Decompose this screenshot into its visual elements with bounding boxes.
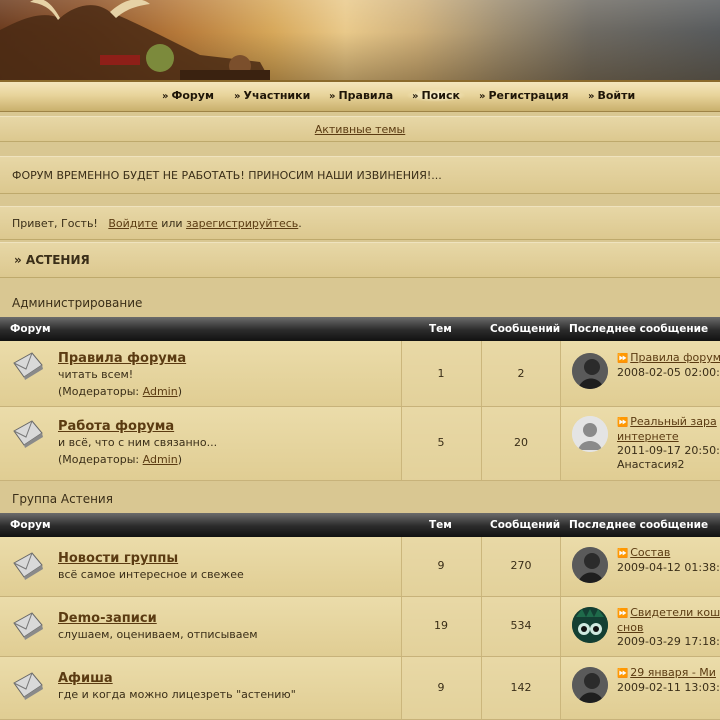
forum-link[interactable]: Афиша <box>58 671 113 686</box>
avatar[interactable] <box>572 353 608 389</box>
topics-count: 19 <box>434 619 448 632</box>
posts-count: 2 <box>517 367 525 380</box>
breadcrumb[interactable]: » АСТЕНИЯ <box>14 253 90 267</box>
posts-count: 534 <box>510 619 532 632</box>
envelope-icon <box>13 672 43 700</box>
envelope-icon <box>13 612 43 640</box>
greeting-text: Привет, Гость! Войдите или зарегистрируй… <box>12 217 302 230</box>
posts-count: 270 <box>510 559 532 572</box>
active-topics-link[interactable]: Активные темы <box>315 123 406 136</box>
forum-moderators: (Модераторы: Admin) <box>58 453 182 466</box>
last-post: ⏩ Реальный зара интернете 2011-09-17 20:5… <box>617 415 720 472</box>
breadcrumb-bar: » АСТЕНИЯ <box>0 242 720 278</box>
double-chevron-icon: » <box>588 91 595 102</box>
category-title[interactable]: Группа Астения <box>12 492 113 506</box>
forum-description: слушаем, оцениваем, отписываем <box>58 628 258 641</box>
forum-link[interactable]: Новости группы <box>58 551 178 566</box>
nav-login[interactable]: » Войти <box>588 89 635 102</box>
go-arrow-icon: ⏩ <box>617 354 629 364</box>
header-posts: Сообщений <box>490 323 561 335</box>
forum-table-header: Форум Тем Сообщений Последнее сообщение <box>0 317 720 341</box>
table-row: Афиша где и когда можно лицезреть "астен… <box>0 657 720 720</box>
header-forum: Форум <box>10 519 51 531</box>
avatar[interactable] <box>572 607 608 643</box>
nav-rules[interactable]: » Правила <box>329 89 393 102</box>
go-arrow-icon: ⏩ <box>617 418 629 428</box>
last-post-link[interactable]: 29 января - Ми <box>630 666 716 679</box>
forum-link[interactable]: Работа форума <box>58 419 174 434</box>
last-post: ⏩ Состав 2009-04-12 01:38: <box>617 546 720 575</box>
main-nav: » Форум » Участники » Правила » Поиск » Регис… <box>0 80 720 112</box>
last-post-link[interactable]: Реальный зара <box>630 415 717 428</box>
announcement-text: ФОРУМ ВРЕМЕННО БУДЕТ НЕ РАБОТАТЬ! ПРИНОС… <box>12 169 442 182</box>
moderator-link[interactable]: Admin <box>143 385 178 398</box>
last-post-link-cont[interactable]: интернете <box>617 430 679 443</box>
table-row: Работа форума и всё, что с ним связанно.… <box>0 407 720 481</box>
last-post-link[interactable]: Правила форум <box>630 351 720 364</box>
last-post-date: 2011-09-17 20:50: <box>617 444 720 457</box>
last-post-user[interactable]: Анастасия2 <box>617 458 720 472</box>
last-post-link[interactable]: Состав <box>630 546 670 559</box>
last-post: ⏩ Свидетели кош снов 2009-03-29 17:18: <box>617 606 720 649</box>
header-forum: Форум <box>10 323 51 335</box>
avatar[interactable] <box>572 667 608 703</box>
avatar[interactable] <box>572 416 608 452</box>
nav-search[interactable]: » Поиск <box>406 89 466 102</box>
topics-count: 9 <box>437 681 445 694</box>
header-topics: Тем <box>429 323 452 335</box>
forum-description: и всё, что с ним связанно... <box>58 436 218 449</box>
envelope-icon <box>13 420 43 448</box>
last-post-date: 2009-04-12 01:38: <box>617 561 720 574</box>
topics-count: 1 <box>437 367 445 380</box>
table-row: Правила форума читать всем! (Модераторы:… <box>0 341 720 407</box>
forum-description: читать всем! <box>58 368 134 381</box>
posts-count: 142 <box>510 681 532 694</box>
nav-forum[interactable]: » Форум <box>162 89 214 102</box>
greeting-bar: Привет, Гость! Войдите или зарегистрируй… <box>0 206 720 240</box>
double-chevron-icon: » <box>234 91 241 102</box>
forum-link[interactable]: Demo-записи <box>58 611 157 626</box>
envelope-icon <box>13 352 43 380</box>
header-topics: Тем <box>429 519 452 531</box>
go-arrow-icon: ⏩ <box>617 669 629 679</box>
last-post-date: 2009-03-29 17:18: <box>617 635 720 648</box>
forum-description: где и когда можно лицезреть "астению" <box>58 688 296 701</box>
go-arrow-icon: ⏩ <box>617 549 629 559</box>
last-post-date: 2009-02-11 13:03: <box>617 681 720 694</box>
header-last-post: Последнее сообщение <box>569 323 709 335</box>
header-last-post: Последнее сообщение <box>569 519 709 531</box>
moderator-link[interactable]: Admin <box>143 453 178 466</box>
last-post: ⏩ Правила форум 2008-02-05 02:00: <box>617 351 720 380</box>
posts-count: 20 <box>514 436 528 449</box>
active-topics-strip: Активные темы <box>0 116 720 142</box>
last-post: ⏩ 29 января - Ми 2009-02-11 13:03: <box>617 666 720 695</box>
envelope-icon <box>13 552 43 580</box>
header-banner <box>0 0 720 80</box>
go-arrow-icon: ⏩ <box>617 609 629 619</box>
last-post-link-cont[interactable]: снов <box>617 621 643 634</box>
forum-description: всё самое интересное и свежее <box>58 568 244 581</box>
category-title[interactable]: Администрирование <box>12 296 142 310</box>
forum-link[interactable]: Правила форума <box>58 351 186 366</box>
double-chevron-icon: » <box>412 91 419 102</box>
double-chevron-icon: » <box>162 91 169 102</box>
double-chevron-icon: » <box>479 91 486 102</box>
table-row: Новости группы всё самое интересное и св… <box>0 537 720 597</box>
warcraft-artwork-icon <box>0 0 270 80</box>
topics-count: 9 <box>437 559 445 572</box>
forum-moderators: (Модераторы: Admin) <box>58 385 182 398</box>
forum-table-header: Форум Тем Сообщений Последнее сообщение <box>0 513 720 537</box>
nav-register[interactable]: » Регистрация <box>479 89 569 102</box>
topics-count: 5 <box>437 436 445 449</box>
login-link[interactable]: Войдите <box>108 217 157 230</box>
double-chevron-icon: » <box>329 91 336 102</box>
register-link[interactable]: зарегистрируйтесь <box>186 217 298 230</box>
header-posts: Сообщений <box>490 519 561 531</box>
nav-members[interactable]: » Участники <box>234 89 310 102</box>
table-row: Demo-записи слушаем, оцениваем, отписыва… <box>0 597 720 657</box>
last-post-date: 2008-02-05 02:00: <box>617 366 720 379</box>
announcement-bar: ФОРУМ ВРЕМЕННО БУДЕТ НЕ РАБОТАТЬ! ПРИНОС… <box>0 156 720 194</box>
avatar[interactable] <box>572 547 608 583</box>
last-post-link[interactable]: Свидетели кош <box>630 606 720 619</box>
